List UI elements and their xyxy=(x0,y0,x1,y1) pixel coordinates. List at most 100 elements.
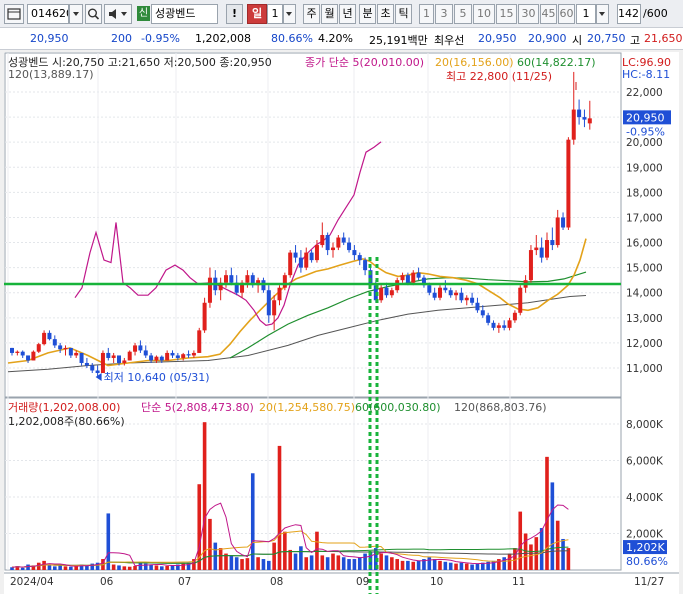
candle-body xyxy=(454,292,459,296)
candle-body xyxy=(325,235,330,251)
sound-icon[interactable] xyxy=(104,4,132,24)
volume-tick-label: 4,000K xyxy=(626,492,664,504)
volume-bar xyxy=(529,544,533,570)
candle-body xyxy=(31,351,36,361)
candle-body xyxy=(416,272,421,278)
volume-bar xyxy=(138,562,143,570)
interval-button-5[interactable]: 30 xyxy=(518,4,539,24)
price-tick-label: 11,000 xyxy=(626,363,663,375)
volume-bar xyxy=(357,557,362,570)
turnover: 4.20% xyxy=(318,32,353,45)
candle-body xyxy=(566,139,571,228)
stock-chart[interactable]: 22,00021,00020,00019,00018,00017,00016,0… xyxy=(4,52,679,594)
count-input[interactable]: 142 xyxy=(617,4,641,24)
candle-body xyxy=(582,117,587,120)
candle-body xyxy=(427,285,432,293)
interval-button-4[interactable]: 15 xyxy=(496,4,517,24)
last-pct-label: -0.95% xyxy=(626,125,665,138)
interval-button-1[interactable]: 3 xyxy=(435,4,453,24)
code-dropdown-icon[interactable] xyxy=(69,4,83,24)
volume-bar xyxy=(523,533,528,570)
candle-body xyxy=(74,352,79,356)
interval-button-2[interactable]: 5 xyxy=(454,4,472,24)
price-tick-label: 15,000 xyxy=(626,263,663,275)
open-label: 시 xyxy=(572,34,583,47)
candle-body xyxy=(405,275,410,283)
candle-body xyxy=(512,312,517,321)
interval-button-6[interactable]: 45 xyxy=(540,4,557,24)
candle-body xyxy=(341,237,346,243)
price-tick-label: 13,000 xyxy=(626,313,663,325)
candle-body xyxy=(331,247,335,251)
volume-bar xyxy=(277,445,282,570)
candle-body xyxy=(545,240,549,258)
volume-bar xyxy=(395,559,399,570)
period-button-0[interactable]: 주 xyxy=(303,4,320,24)
period-button-4[interactable]: 초 xyxy=(377,4,394,24)
volume-bar xyxy=(20,567,25,570)
candle-body xyxy=(58,345,63,350)
candle-body xyxy=(293,252,298,258)
interval-button-0[interactable]: 1 xyxy=(419,4,434,24)
date-tick-label: 11/27 xyxy=(634,576,664,588)
volume-bar xyxy=(438,560,442,570)
notice-button[interactable]: ! xyxy=(226,4,243,24)
candle-body xyxy=(363,260,368,271)
candle-body xyxy=(122,360,127,363)
volume-bar xyxy=(545,456,549,570)
candle-body xyxy=(149,355,154,361)
interval-input[interactable]: 1 xyxy=(576,4,596,24)
volume-bar xyxy=(513,548,517,570)
period-dropdown-icon[interactable] xyxy=(283,4,296,24)
price-tick-label: 16,000 xyxy=(626,238,663,250)
interval-dropdown-icon[interactable] xyxy=(596,4,609,24)
price-legend-item: 120(13,889.17) xyxy=(8,68,94,81)
chart-area[interactable]: 22,00021,00020,00019,00018,00017,00016,0… xyxy=(4,52,679,594)
stock-name-field[interactable]: 성광벤드 xyxy=(151,4,218,24)
period-button-3[interactable]: 분 xyxy=(359,4,376,24)
volume-bar xyxy=(26,564,30,570)
volume-bar xyxy=(411,561,416,570)
candle-body xyxy=(470,297,475,303)
period-day-button[interactable]: 일 xyxy=(247,4,267,24)
volume: 1,202,008 xyxy=(195,32,251,45)
volume-bar xyxy=(347,559,351,570)
volume-bar xyxy=(53,566,57,570)
candle-body xyxy=(507,320,512,328)
period-num-input[interactable]: 1 xyxy=(267,4,283,24)
hc-label: HC:-8.11 xyxy=(622,68,670,81)
candle-body xyxy=(555,217,560,246)
candle-body xyxy=(411,272,416,283)
volume-bar xyxy=(240,559,244,570)
candle-body xyxy=(143,350,148,356)
candle-body xyxy=(309,252,314,261)
volume-bar xyxy=(267,560,271,570)
volume-bar xyxy=(127,566,132,570)
candle-body xyxy=(261,280,266,291)
interval-button-7[interactable]: 60 xyxy=(558,4,575,24)
volume-bar xyxy=(149,564,153,570)
chart-menu-icon[interactable] xyxy=(4,4,24,24)
candle-body xyxy=(475,302,480,311)
period-button-5[interactable]: 틱 xyxy=(395,4,412,24)
candle-body xyxy=(448,290,453,296)
volume-bar xyxy=(336,555,341,570)
period-button-1[interactable]: 월 xyxy=(321,4,338,24)
candle-body xyxy=(197,330,202,353)
volume-bar xyxy=(90,563,95,570)
volume-bar xyxy=(507,553,512,570)
candle-body xyxy=(320,235,325,246)
period-button-2[interactable]: 년 xyxy=(339,4,356,24)
candle-body xyxy=(561,217,566,228)
candle-body xyxy=(288,252,293,276)
stock-code-input[interactable]: 014620 xyxy=(27,4,69,24)
candle-body xyxy=(379,287,384,301)
interval-button-3[interactable]: 10 xyxy=(473,4,495,24)
price-tick-label: 18,000 xyxy=(626,187,663,199)
search-icon[interactable] xyxy=(85,4,102,24)
candle-body xyxy=(84,362,89,366)
candle-body xyxy=(459,292,464,301)
candle-body xyxy=(480,310,485,316)
candle-body xyxy=(528,250,533,281)
volume-bar xyxy=(58,565,62,570)
